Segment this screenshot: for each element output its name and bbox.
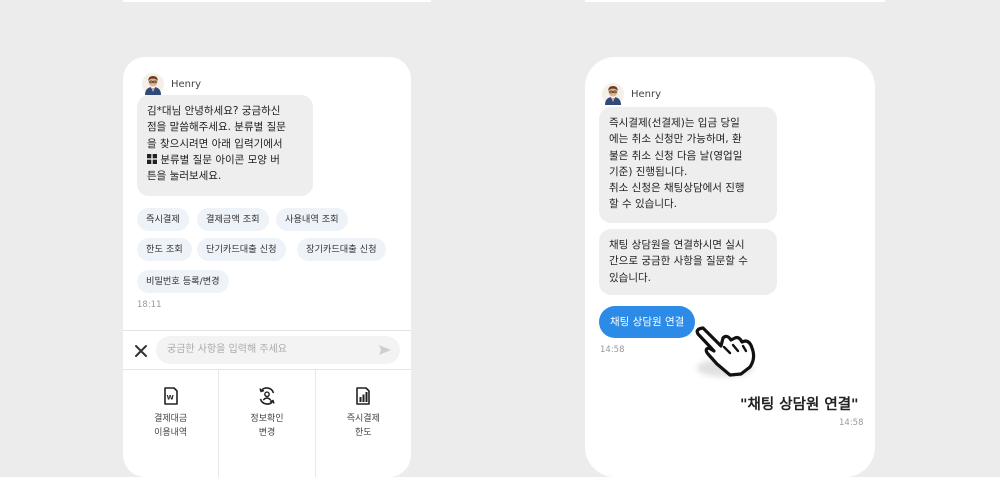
greeting-bubble: 김*대님 안녕하세요? 궁금하신 점을 말씀해주세요. 분류별 질문 을 찾으시… xyxy=(137,95,313,196)
left-top-line xyxy=(123,0,431,2)
chip-limit-inquiry[interactable]: 한도 조회 xyxy=(137,238,192,261)
agent-name: Henry xyxy=(631,88,662,100)
agent-header: Henry xyxy=(602,83,661,105)
input-divider xyxy=(123,330,411,331)
quick-menu: W 결제대금 이용내역 정보확인 변경 즉시결제 한도 xyxy=(123,370,411,477)
chip-instant-payment[interactable]: 즉시결제 xyxy=(137,208,189,231)
info-bubble: 즉시결제(선결제)는 입금 당일 에는 취소 신청만 가능하며, 환 불은 취소… xyxy=(599,107,777,223)
chip-short-term-loan[interactable]: 단기카드대출 신청 xyxy=(197,238,286,261)
input-bar: 궁금한 사항을 입력해 주세요 xyxy=(123,333,411,369)
user-refresh-icon xyxy=(259,387,275,405)
input-placeholder: 궁금한 사항을 입력해 주세요 xyxy=(167,344,287,355)
card-statement-icon: W xyxy=(163,387,178,405)
agent-avatar xyxy=(602,83,624,105)
caption-text: "채팅 상담원 연결" xyxy=(740,397,859,413)
close-icon[interactable] xyxy=(132,342,150,360)
greeting-text-tail: 분류별 질문 아이콘 모양 버 튼을 눌러보세요. xyxy=(147,153,280,183)
category-grid-icon xyxy=(147,153,157,164)
greeting-text: 김*대님 안녕하세요? 궁금하신 점을 말씀해주세요. 분류별 질문 을 찾으시… xyxy=(147,105,286,150)
chip-usage-history[interactable]: 사용내역 조회 xyxy=(276,208,348,231)
agent-name: Henry xyxy=(171,78,202,90)
menu-label-payment-history: 결제대금 이용내역 xyxy=(154,414,188,438)
chat-screen-right: Henry 즉시결제(선결제)는 입금 당일 에는 취소 신청만 가능하며, 환… xyxy=(585,57,875,477)
send-icon[interactable] xyxy=(378,343,392,357)
menu-payment-history[interactable]: W 결제대금 이용내역 xyxy=(123,370,220,477)
caption-timestamp: 14:58 xyxy=(839,418,864,428)
agent-avatar xyxy=(142,73,164,95)
right-top-line xyxy=(585,0,885,2)
agent-header: Henry xyxy=(142,73,201,95)
menu-instant-limit[interactable]: 즉시결제 한도 xyxy=(316,370,411,477)
chip-long-term-loan[interactable]: 장기카드대출 신청 xyxy=(297,238,386,261)
pointing-hand-icon xyxy=(695,326,756,377)
menu-info-change[interactable]: 정보확인 변경 xyxy=(219,370,316,477)
menu-label-instant-limit: 즉시결제 한도 xyxy=(346,414,380,438)
connect-agent-button[interactable]: 채팅 상담원 연결 xyxy=(599,306,696,338)
payment-limit-icon xyxy=(356,387,371,405)
message-timestamp: 14:58 xyxy=(600,345,625,355)
svg-text:W: W xyxy=(166,394,173,402)
chip-password[interactable]: 비밀번호 등록/변경 xyxy=(137,270,229,293)
chat-screen-left: Henry 김*대님 안녕하세요? 궁금하신 점을 말씀해주세요. 분류별 질문… xyxy=(123,57,411,477)
connect-info-bubble: 채팅 상담원을 연결하시면 실시 간으로 궁금한 사항을 질문할 수 있습니다. xyxy=(599,229,777,295)
message-input[interactable]: 궁금한 사항을 입력해 주세요 xyxy=(156,336,400,364)
chip-payment-amount[interactable]: 결제금액 조회 xyxy=(197,208,269,231)
menu-label-info-change: 정보확인 변경 xyxy=(250,414,284,438)
message-timestamp: 18:11 xyxy=(137,300,162,310)
